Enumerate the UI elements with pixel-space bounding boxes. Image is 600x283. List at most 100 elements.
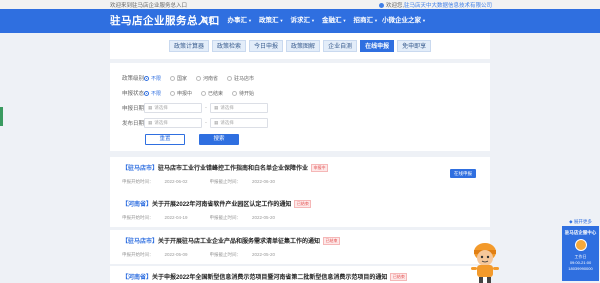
tab-online-apply[interactable]: 在线申报 [360,40,395,52]
tab-policy-diagram[interactable]: 政策图解 [286,40,321,52]
end-date: 2022-05-20 [252,252,276,257]
radio-status-pending[interactable]: 待开始 [232,90,254,97]
nav-item-services[interactable]: 办事汇▼ [225,9,256,33]
tab-exempt-apply[interactable]: 免申即享 [397,40,432,52]
end-date: 2022-05-20 [252,215,276,220]
placeholder: 请选择 [220,105,234,110]
start-label: 申报开始时间： [122,179,154,184]
radio-status-ended[interactable]: 已结束 [201,90,223,97]
apply-date-label: 申报日期 [122,106,145,112]
end-label: 申报截止时间： [209,252,242,257]
placeholder: 请选择 [154,120,168,125]
filter-panel: 政策级别 不限 国家 河南省 驻马店市 申报状态 不限 申报中 已结束 待开始 … [110,63,490,151]
phone-number[interactable]: 18039990000 [562,266,599,272]
result-title[interactable]: 【驻马店市】关于开展驻马店工业企业产品和服务需求清单征集工作的通知 已结束 [122,236,341,245]
tab-policy-search[interactable]: 政策检索 [212,40,247,52]
radio-level-province[interactable]: 河南省 [196,75,218,82]
radio-dot [232,90,238,96]
widget-expand[interactable]: ◆ 展开更多 [562,218,599,226]
result-title[interactable]: 【驻马店市】驻马店市工业行业错峰控工作指南和白名单企业保障作业 申报中 [122,163,329,172]
start-date: 2022-05-09 [164,252,188,257]
radio-label: 河南省 [203,75,219,82]
nav-item-home[interactable]: 首页 [193,9,224,33]
welcome-text: 欢迎来到驻马店企业服务总入口 [110,3,188,9]
apply-status-label: 申报状态 [122,91,145,97]
result-title-text: 关于开展驻马店工业企业产品和服务需求清单征集工作的通知 [158,239,321,245]
radio-dot [201,90,207,96]
tab-policy-calculator[interactable]: 政策计算器 [169,40,210,52]
result-title-text: 驻马店市工业行业错峰控工作指南和白名单企业保障作业 [158,166,309,172]
service-widget[interactable]: ◆ 展开更多 驻马店企服中心 工作日 09:00-21:00 180399900… [562,218,599,281]
nav-item-investment[interactable]: 招商汇▼ [351,9,382,33]
radio-dot [170,75,176,81]
nav-label: 诉求汇 [290,17,311,24]
radio-label: 待开始 [239,90,255,97]
result-region-tag: 【驻马店市】 [122,239,159,245]
online-apply-button[interactable]: 在线申报 [450,169,476,178]
publish-date-row: 发布日期 ▦ 请选择 - ▦ 请选择 [122,118,268,128]
radio-level-all[interactable]: 不限 [144,75,161,82]
main-nav: 首页 办事汇▼ 政策汇▼ 诉求汇▼ 金融汇▼ 招商汇▼ 小微企业之家▼ [193,9,427,33]
radio-level-national[interactable]: 国家 [170,75,187,82]
nav-label: 首页 [201,17,215,24]
policy-level-row: 政策级别 不限 国家 河南省 驻马店市 [122,74,263,82]
chevron-down-icon: ▼ [342,18,347,23]
date-separator: - [205,105,207,111]
radio-dot [227,75,233,81]
chevron-down-icon: ▼ [311,18,315,23]
publish-date-end-input[interactable]: ▦ 请选择 [210,118,268,128]
result-card[interactable]: 【河南省】关于开展2022年河南省软件产业园区认定工作的通知 已结束 申报开始时间… [110,193,490,227]
placeholder: 请选择 [154,105,168,110]
apply-status-row: 申报状态 不限 申报中 已结束 待开始 [122,89,263,97]
radio-status-all[interactable]: 不限 [144,90,161,97]
result-region-tag: 【驻马店市】 [122,166,159,172]
result-card[interactable]: 【驻马店市】驻马店市工业行业错峰控工作指南和白名单企业保障作业 申报中 申报开始时… [110,157,490,193]
nav-item-policy[interactable]: 政策汇▼ [256,9,287,33]
left-float-tab[interactable] [0,107,3,126]
result-title-text: 关于开展2022年河南省软件产业园区认定工作的通知 [152,202,292,208]
nav-label: 政策汇 [259,17,279,24]
end-label: 申报截止时间： [209,179,242,184]
result-dates: 申报开始时间： 2022-05-09 申报截止时间： 2022-05-20 [122,252,297,258]
result-dates: 申报开始时间： 2022-06-02 申报截止时间： 2022-06-30 [122,179,297,185]
result-title[interactable]: 【河南省】关于申报2022年全国新型信息消费示范项目暨河南省第二批新型信息消费示… [122,272,408,281]
nav-item-finance[interactable]: 金融汇▼ [319,9,350,33]
status-badge: 已结束 [323,237,341,245]
publish-date-start-input[interactable]: ▦ 请选择 [144,118,202,128]
radio-label: 驻马店市 [234,75,255,82]
nav-item-smb-home[interactable]: 小微企业之家▼ [382,9,426,33]
placeholder: 请选择 [220,120,234,125]
apply-date-start-input[interactable]: ▦ 请选择 [144,103,202,113]
nav-item-appeals[interactable]: 诉求汇▼ [288,9,319,33]
start-label: 申报开始时间： [122,252,154,257]
tab-self-test[interactable]: 企业自测 [323,40,358,52]
result-dates: 申报开始时间： 2022-04-19 申报截止时间： 2022-05-20 [122,215,297,221]
result-card[interactable]: 【河南省】关于申报2022年全国新型信息消费示范项目暨河南省第二批新型信息消费示… [110,266,490,283]
chevron-down-icon: ▼ [374,18,378,23]
calendar-icon: ▦ [214,120,219,125]
calendar-icon: ▦ [214,105,219,110]
nav-label: 招商汇 [353,17,374,24]
chevron-down-icon: ▼ [422,18,426,23]
search-button[interactable]: 搜索 [199,134,239,145]
apply-date-row: 申报日期 ▦ 请选择 - ▦ 请选择 [122,103,268,113]
calendar-icon: ▦ [148,120,153,125]
result-region-tag: 【河南省】 [122,202,153,208]
status-badge: 已结束 [294,200,312,208]
user-info[interactable]: 欢迎您,驻马店天中大数据信息技术有限公司 [378,1,492,9]
policy-subnav: 政策计算器 政策检索 今日申报 政策图解 企业自测 在线申报 免申即享 [110,33,490,59]
result-title[interactable]: 【河南省】关于开展2022年河南省软件产业园区认定工作的通知 已结束 [122,199,312,208]
end-date: 2022-06-30 [252,179,276,184]
result-card[interactable]: 【驻马店市】关于开展驻马店工业企业产品和服务需求清单征集工作的通知 已结束 申报开… [110,230,490,264]
radio-label: 已结束 [208,90,224,97]
radio-label: 国家 [177,75,188,82]
main-header: 驻马店企业服务总入口 首页 办事汇▼ 政策汇▼ 诉求汇▼ 金融汇▼ 招商汇▼ 小… [0,9,600,33]
user-icon [378,3,384,8]
radio-status-applying[interactable]: 申报中 [170,90,192,97]
radio-dot [196,75,202,81]
apply-date-end-input[interactable]: ▦ 请选择 [210,103,268,113]
status-badge: 申报中 [311,164,329,172]
tab-today-apply[interactable]: 今日申报 [249,40,284,52]
radio-level-city[interactable]: 驻马店市 [227,75,254,82]
reset-button[interactable]: 重置 [145,134,185,145]
